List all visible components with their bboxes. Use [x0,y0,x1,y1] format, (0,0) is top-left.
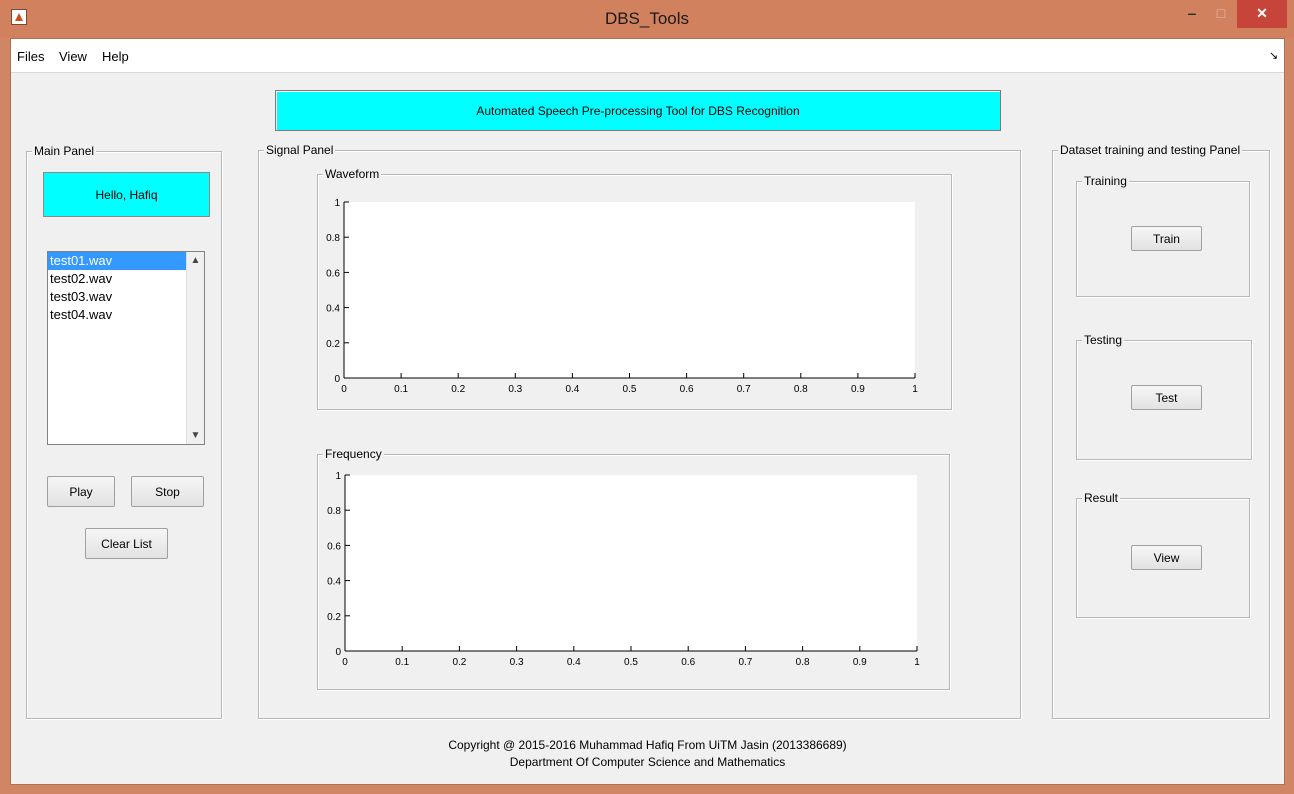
waveform-y-tick-label: 0.8 [326,233,340,244]
result-title: Result [1082,491,1121,505]
file-listbox[interactable]: test01.wav test02.wav test03.wav test04.… [47,251,205,445]
frequency-x-tick-label: 0.1 [395,657,409,668]
waveform-x-tick-label: 0.1 [394,384,408,395]
waveform-y-tick-label: 0.4 [326,304,340,315]
scroll-up-icon[interactable]: ▲ [187,252,204,269]
play-button[interactable]: Play [47,476,115,507]
menu-bar: Files View Help ↘ [11,39,1284,73]
frequency-x-tick-label: 0.8 [796,657,810,668]
frequency-axis: 0 0.1 0.2 0.3 0.4 0.5 0.6 0.7 0.8 0.9 1 0 0.2 0.4 0.6 0… [327,471,920,668]
frequency-x-tick-label: 0.9 [853,657,867,668]
waveform-x-tick-label: 0.7 [737,384,751,395]
figure-window: Files View Help ↘ Automated Speech Pre-p… [10,38,1285,785]
waveform-x-tick-label: 0 [341,384,347,395]
dock-arrow-icon[interactable]: ↘ [1269,49,1278,62]
app-banner: Automated Speech Pre-processing Tool for… [275,90,1001,131]
close-button[interactable]: ✕ [1237,0,1287,28]
waveform-x-tick-label: 0.5 [623,384,637,395]
frequency-y-tick-label: 0.6 [327,541,341,552]
list-item[interactable]: test03.wav [48,288,186,306]
frequency-x-tick-label: 0 [342,657,348,668]
frequency-y-tick-label: 0 [335,647,341,658]
waveform-axis: 0 0.1 0.2 0.3 0.4 0.5 0.6 0.7 0.8 0.9 1 0 0.2 0.4 0.6 0… [326,198,918,395]
waveform-y-tick-label: 0 [334,374,340,385]
signal-panel-title: Signal Panel [264,143,336,157]
frequency-x-tick-label: 0.6 [681,657,695,668]
maximize-button[interactable]: □ [1207,0,1235,28]
copyright-text: Copyright @ 2015-2016 Muhammad Hafiq Fro… [448,738,847,752]
minimize-button[interactable]: ‒ [1178,0,1206,28]
frequency-title: Frequency [323,447,384,461]
waveform-x-tick-label: 0.9 [851,384,865,395]
main-panel-title: Main Panel [32,144,97,158]
waveform-x-tick-label: 0.6 [680,384,694,395]
waveform-x-tick-label: 1 [912,384,918,395]
scroll-down-icon[interactable]: ▼ [187,427,204,444]
frequency-x-tick-label: 0.7 [738,657,752,668]
test-button[interactable]: Test [1131,385,1202,410]
frequency-y-tick-label: 0.2 [327,612,341,623]
frequency-x-tick-label: 0.3 [510,657,524,668]
waveform-x-tick-label: 0.8 [794,384,808,395]
window-title: DBS_Tools [604,9,690,28]
list-item[interactable]: test04.wav [48,306,186,324]
menu-help[interactable]: Help [102,49,129,64]
list-item[interactable]: test02.wav [48,270,186,288]
waveform-y-tick-label: 1 [334,198,340,209]
frequency-y-tick-label: 0.8 [327,506,341,517]
clear-list-button[interactable]: Clear List [85,528,168,559]
frequency-x-tick-label: 1 [914,657,920,668]
waveform-x-tick-label: 0.2 [451,384,465,395]
dataset-panel-title: Dataset training and testing Panel [1058,143,1243,157]
frequency-y-tick-label: 0.4 [327,577,341,588]
waveform-y-tick-label: 0.2 [326,339,340,350]
frequency-x-tick-label: 0.2 [452,657,466,668]
greeting-label: Hello, Hafiq [43,172,210,217]
training-title: Training [1082,174,1129,188]
waveform-x-tick-label: 0.4 [565,384,579,395]
frequency-y-tick-label: 1 [335,471,341,482]
frequency-x-tick-label: 0.5 [624,657,638,668]
waveform-x-tick-label: 0.3 [508,384,522,395]
title-bar: DBS_Tools ‒ □ ✕ [0,0,1294,38]
waveform-y-tick-label: 0.6 [326,268,340,279]
list-item[interactable]: test01.wav [48,252,186,270]
list-scrollbar[interactable]: ▲ ▼ [186,252,204,444]
department-text: Department Of Computer Science and Mathe… [509,755,786,769]
menu-files[interactable]: Files [17,49,44,64]
testing-title: Testing [1082,333,1125,347]
menu-view[interactable]: View [59,49,87,64]
view-button[interactable]: View [1131,545,1202,570]
frequency-x-tick-label: 0.4 [567,657,581,668]
train-button[interactable]: Train [1131,226,1202,251]
waveform-title: Waveform [323,167,382,181]
stop-button[interactable]: Stop [131,476,204,507]
